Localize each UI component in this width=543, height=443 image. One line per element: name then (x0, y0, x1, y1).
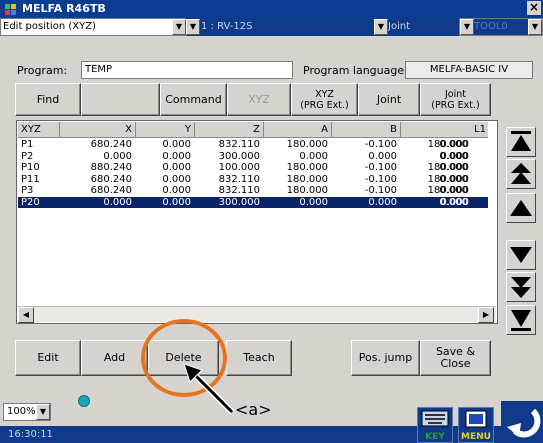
key-button[interactable]: KEY (417, 407, 453, 443)
line-up-button[interactable] (506, 193, 536, 223)
table-cell: 0.000 (439, 162, 468, 173)
table-row[interactable]: P10 880.240 0.000 100.000 180.000 -0.100 180.0… (18, 162, 488, 174)
joint-prg-ext-line1: Joint (445, 88, 466, 100)
page-down-button[interactable] (506, 272, 536, 302)
page-down-icon (511, 277, 531, 298)
blank-button (81, 83, 160, 116)
xyz-prg-ext-button[interactable]: XYZ (PRG Ext.) (291, 83, 358, 116)
table-cell: 0.000 (439, 173, 468, 185)
joint-prg-ext-line2: (PRG Ext.) (431, 99, 480, 111)
mode-combo[interactable]: Edit position (XYZ) (0, 18, 186, 36)
edit-button[interactable]: Edit (15, 340, 81, 376)
table-row[interactable]: P1 680.240 0.000 832.110 180.000 -0.100 180.00… (18, 139, 488, 151)
return-icon (507, 408, 541, 438)
window-title: MELFA R46TB (22, 2, 106, 15)
table-header: XYZ X Y Z A B C (18, 122, 488, 138)
scroll-bottom-icon (511, 310, 531, 331)
clock: 16:30:11 (2, 427, 60, 442)
scroll-top-button[interactable] (506, 127, 536, 157)
jog-combo-arrow-icon[interactable]: ▼ (374, 19, 388, 35)
command-button[interactable]: Command (160, 83, 227, 116)
scroll-bottom-button[interactable] (506, 305, 536, 335)
line-down-icon (510, 247, 532, 263)
title-bar: MELFA R46TB × (0, 0, 543, 18)
table-row[interactable]: P2 0.000 0.000 300.000 0.000 0.000 0.000 0.000 (18, 151, 488, 163)
tool-combo-right-arrow-icon[interactable]: ▼ (528, 19, 542, 35)
table-row[interactable]: P20 0.000 0.000 300.000 0.000 0.000 0.000 0.000 (18, 196, 488, 208)
scroll-left-icon[interactable]: ◀ (18, 307, 34, 323)
page-up-icon (511, 163, 531, 184)
xyz-prg-ext-line2: (PRG Ext.) (300, 99, 349, 111)
page-up-button[interactable] (506, 159, 536, 189)
table-row[interactable]: P11 680.240 0.000 832.110 180.000 -0.100 180.0… (18, 174, 488, 186)
menu-label: MENU (461, 432, 491, 442)
find-button[interactable]: Find (15, 83, 81, 116)
robot-combo-arrow-icon[interactable]: ▼ (186, 19, 200, 35)
program-label: Program: (17, 64, 68, 77)
line-down-button[interactable] (506, 240, 536, 270)
table-cell: 0.000 (439, 196, 468, 208)
joint-button[interactable]: Joint (358, 83, 420, 116)
xyz-button[interactable]: XYZ (227, 83, 291, 116)
scroll-top-icon (511, 131, 531, 151)
program-language-label: Program language: (303, 64, 408, 77)
mode-combo-arrow-icon[interactable]: ▼ (172, 19, 186, 35)
scroll-right-icon[interactable]: ▶ (478, 307, 494, 323)
close-icon[interactable]: × (527, 1, 541, 15)
app-icon (5, 4, 16, 15)
column-header[interactable]: Y (136, 122, 195, 138)
keyboard-icon (421, 410, 449, 427)
xyz-prg-ext-line1: XYZ (315, 88, 334, 100)
column-header[interactable]: A (264, 122, 332, 138)
highlight-circle-icon (141, 319, 227, 397)
table-cell: 0.000 (439, 150, 468, 162)
save-close-button[interactable]: Save & Close (420, 340, 491, 376)
robot-combo[interactable]: 1 : RV-12S (186, 18, 373, 36)
status-led-icon (78, 395, 90, 407)
menu-button[interactable]: MENU (458, 407, 494, 443)
joint-prg-ext-button[interactable]: Joint (PRG Ext.) (420, 83, 491, 116)
table-cell: 0.000 (439, 139, 468, 150)
program-language-value: MELFA-BASIC IV (405, 61, 533, 79)
position-table[interactable]: XYZ X Y Z A B C L1 P1680.2400.000832.110… (16, 120, 498, 324)
column-header[interactable]: XYZ (18, 122, 60, 138)
table-row[interactable]: P3 680.240 0.000 832.110 180.000 -0.100 180.00… (18, 185, 488, 197)
column-header-l1[interactable]: L1 (451, 122, 488, 138)
return-button[interactable] (501, 401, 543, 443)
line-up-icon (510, 200, 532, 216)
pos-jump-button[interactable]: Pos. jump (351, 340, 420, 376)
zoom-combo-arrow-icon[interactable]: ▼ (36, 404, 50, 420)
column-header[interactable]: X (60, 122, 136, 138)
table-cell: 0.000 (439, 185, 468, 196)
program-field[interactable]: TEMP (81, 61, 293, 79)
column-header[interactable]: B (332, 122, 401, 138)
menu-grid-icon (465, 410, 487, 428)
column-header[interactable]: Z (195, 122, 264, 138)
tool-combo-arrow-icon[interactable]: ▼ (460, 19, 474, 35)
key-label: KEY (425, 432, 445, 442)
callout-label: <a> (235, 400, 272, 419)
